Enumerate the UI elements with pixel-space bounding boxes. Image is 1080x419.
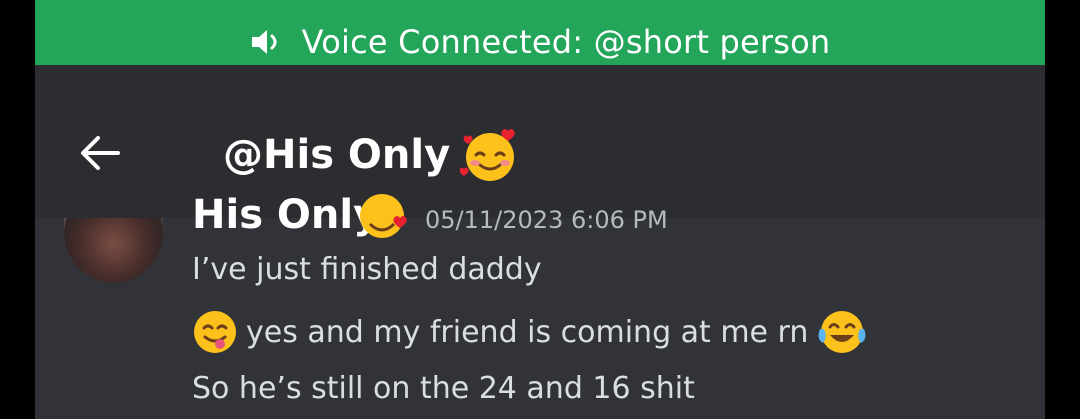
face-savoring-food-icon — [194, 311, 236, 353]
chat-title-text: @His Only — [223, 132, 451, 178]
author-emoji-icon — [360, 194, 407, 238]
chat-header: @His Only — [35, 65, 1045, 218]
voice-connected-text: Voice Connected: @short person — [301, 22, 831, 61]
message-text: So he’s still on the 24 and 16 shit — [192, 371, 695, 406]
message-author[interactable]: His Only — [192, 192, 379, 238]
face-with-tears-of-joy-icon — [818, 311, 866, 353]
speaker-icon — [251, 29, 277, 54]
message-line[interactable]: So he’s still on the 24 and 16 shit — [192, 371, 695, 406]
voice-connected-banner[interactable]: Voice Connected: @short person — [35, 0, 1045, 65]
message-text: yes and my friend is coming at me rn — [246, 314, 809, 350]
message-timestamp: 05/11/2023 6:06 PM — [425, 206, 668, 234]
chat-title: @His Only — [223, 125, 520, 185]
avatar[interactable] — [64, 218, 163, 283]
message-line[interactable]: yes and my friend is coming at me rn — [192, 309, 868, 355]
smiling-face-with-hearts-icon — [460, 129, 515, 181]
message-line[interactable]: I’ve just finished daddy — [192, 252, 542, 287]
message-list[interactable]: His Only 05/11/2023 6:06 PM I’ve just fi… — [35, 192, 1045, 419]
discord-chat-screen: Voice Connected: @short person @His Only — [35, 0, 1045, 419]
back-arrow-icon[interactable] — [78, 131, 122, 175]
message-text: I’ve just finished daddy — [192, 252, 542, 287]
